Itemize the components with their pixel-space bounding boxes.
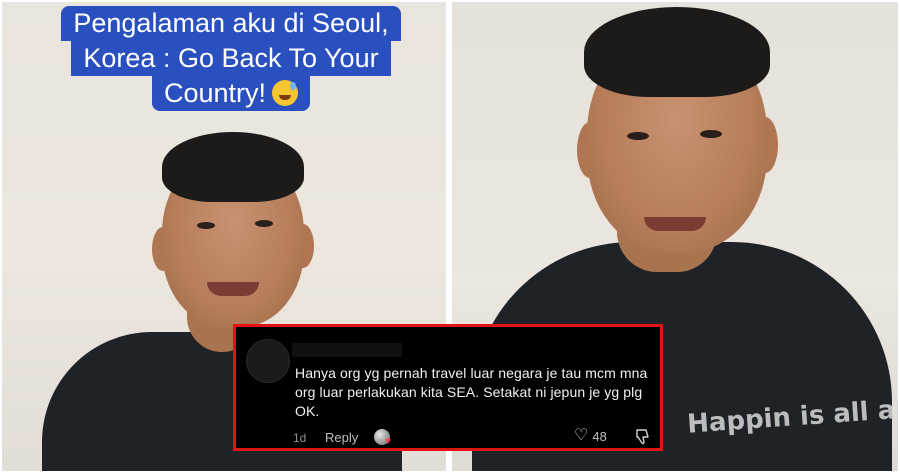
caption-line-1: Pengalaman aku di Seoul, <box>61 6 401 41</box>
like-count: 48 <box>592 428 607 444</box>
heart-outline-icon: ♡ <box>574 427 589 444</box>
redacted-username <box>292 343 402 357</box>
like-button[interactable]: ♡ 48 <box>574 428 607 444</box>
comment-age: 1d <box>293 431 307 445</box>
reply-button[interactable]: Reply <box>325 430 358 445</box>
reaction-heart-icon: ♥ <box>385 436 391 447</box>
caption-line-3-text: Country! <box>163 78 267 108</box>
caption-line-2: Korea : Go Back To Your <box>71 41 391 76</box>
video-caption: Pengalaman aku di Seoul, Korea : Go Back… <box>55 6 407 111</box>
comment-card: Hanya org yg pernah travel luar negara j… <box>233 324 663 451</box>
composite-image: Pengalaman aku di Seoul, Korea : Go Back… <box>0 0 900 473</box>
comment-text: Hanya org yg pernah travel luar negara j… <box>295 365 648 419</box>
sweat-smile-emoji-icon <box>272 80 299 106</box>
caption-line-3: Country! <box>151 76 311 111</box>
thumbs-down-icon[interactable] <box>634 428 652 446</box>
avatar[interactable] <box>246 339 290 383</box>
